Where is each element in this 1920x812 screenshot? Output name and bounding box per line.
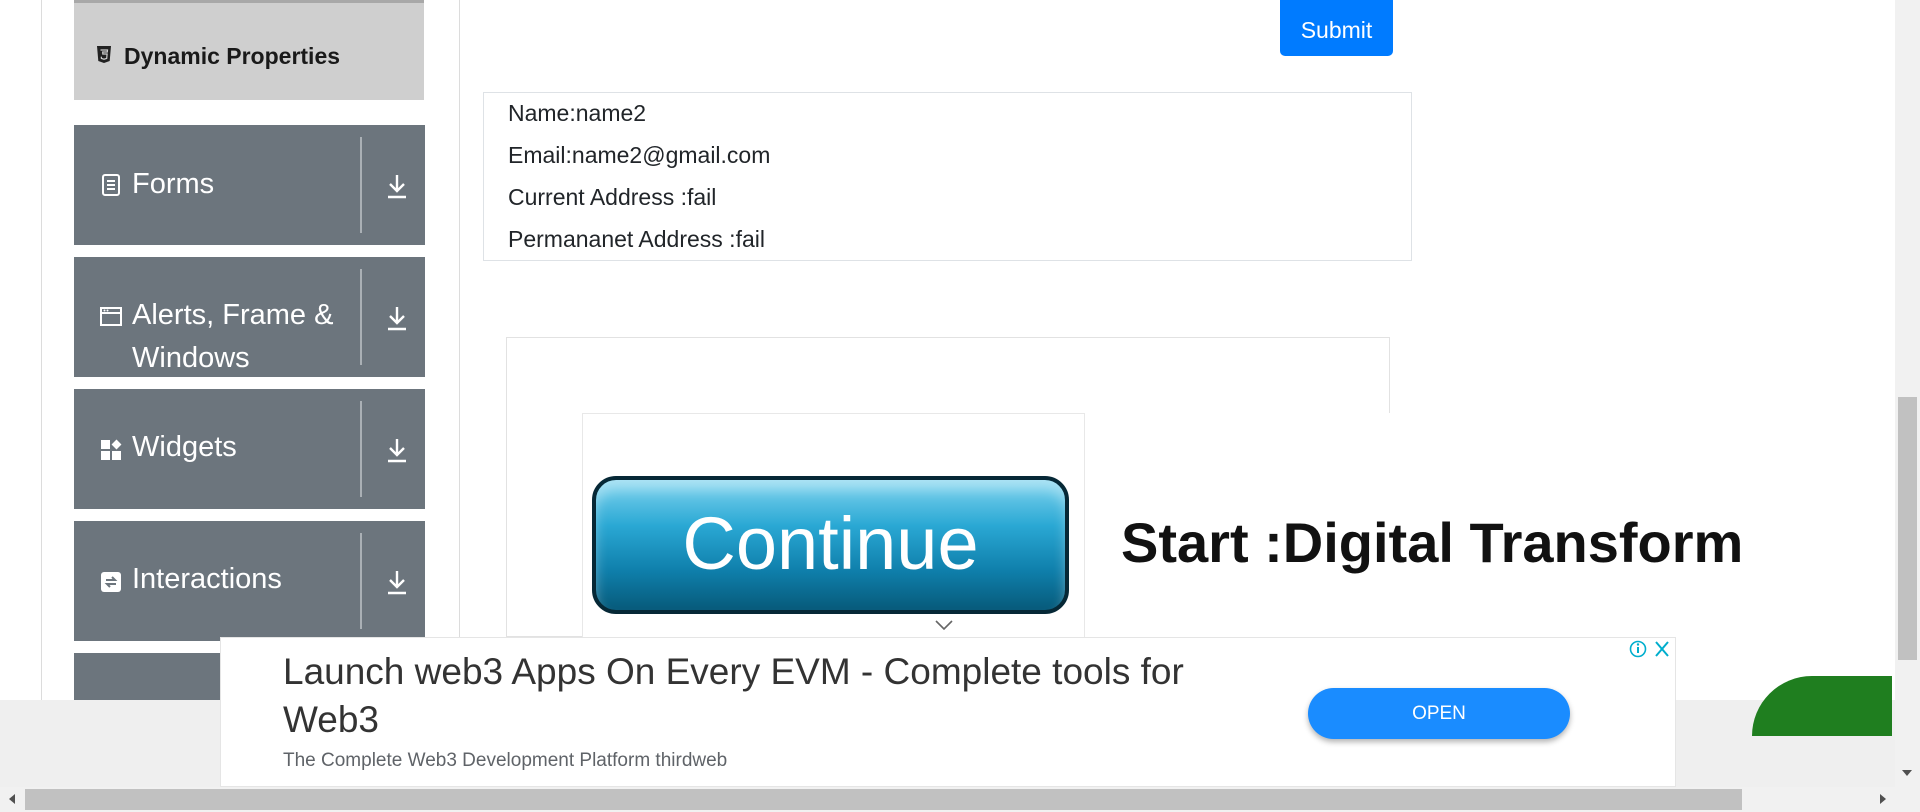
page-left-border: [41, 0, 42, 700]
download-arrow-icon: [388, 439, 406, 463]
vertical-scrollbar[interactable]: [1895, 0, 1920, 790]
sidebar-group-label: Widgets: [132, 431, 237, 463]
document-icon: [102, 174, 120, 196]
adchoices-close-icon[interactable]: [1625, 638, 1675, 660]
sidebar-right-border: [459, 0, 460, 700]
sidebar-group-label: Forms: [132, 168, 215, 200]
sidebar-group-interactions[interactable]: Interactions: [74, 521, 425, 641]
bottom-banner-ad[interactable]: Launch web3 Apps On Every EVM - Complete…: [220, 637, 1676, 787]
interactions-icon: [101, 572, 121, 592]
download-arrow-icon: [388, 175, 406, 199]
horizontal-scrollbar-thumb[interactable]: [25, 789, 1742, 810]
chevron-down-icon[interactable]: [935, 619, 953, 631]
download-arrow-icon: [388, 571, 406, 595]
ad-headline[interactable]: Start :Digital Transform: [1121, 510, 1743, 575]
banner-open-button[interactable]: OPEN: [1308, 688, 1570, 739]
sidebar-group-alerts-frame-windows[interactable]: Alerts, Frame & Windows: [74, 257, 425, 377]
output-panel: Name:name2 Email:name2@gmail.com Current…: [483, 92, 1412, 261]
scroll-left-arrow-icon[interactable]: [7, 793, 17, 805]
expand-widgets-button[interactable]: [368, 389, 425, 509]
output-name: Name:name2: [508, 100, 647, 126]
group-divider: [360, 533, 362, 629]
sidebar-group-widgets[interactable]: Widgets: [74, 389, 425, 509]
sidebar-item-dynamic-properties[interactable]: Dynamic Properties: [74, 0, 424, 100]
sidebar-group-label: Interactions: [132, 563, 282, 595]
widgets-icon: [101, 439, 122, 460]
sidebar-group-label-line2: Windows: [132, 342, 250, 374]
scroll-right-arrow-icon[interactable]: [1878, 793, 1888, 805]
floating-green-widget[interactable]: [1752, 676, 1892, 736]
output-permanent-address: Permananet Address :fail: [508, 226, 765, 252]
group-divider: [360, 401, 362, 497]
sidebar-item-label: Dynamic Properties: [124, 43, 341, 69]
expand-interactions-button[interactable]: [368, 521, 425, 641]
group-divider: [360, 269, 362, 365]
download-arrow-icon: [388, 307, 406, 331]
vertical-scrollbar-thumb[interactable]: [1898, 397, 1917, 660]
output-current-address: Current Address :fail: [508, 184, 717, 210]
output-email: Email:name2@gmail.com: [508, 142, 771, 168]
expand-alerts-button[interactable]: [368, 257, 425, 377]
ad-continue-button[interactable]: Continue: [592, 476, 1069, 614]
banner-headline[interactable]: Launch web3 Apps On Every EVM - Complete…: [283, 648, 1283, 744]
expand-forms-button[interactable]: [368, 125, 425, 245]
html5-icon: [97, 46, 111, 63]
banner-subtext: The Complete Web3 Development Platform t…: [283, 750, 728, 771]
submit-button[interactable]: Submit: [1280, 0, 1393, 56]
window-icon: [100, 307, 122, 326]
sidebar-group-label-line1: Alerts, Frame &: [132, 299, 334, 331]
scroll-down-arrow-icon[interactable]: [1901, 768, 1913, 778]
group-divider: [360, 137, 362, 233]
sidebar-group-forms[interactable]: Forms: [74, 125, 425, 245]
